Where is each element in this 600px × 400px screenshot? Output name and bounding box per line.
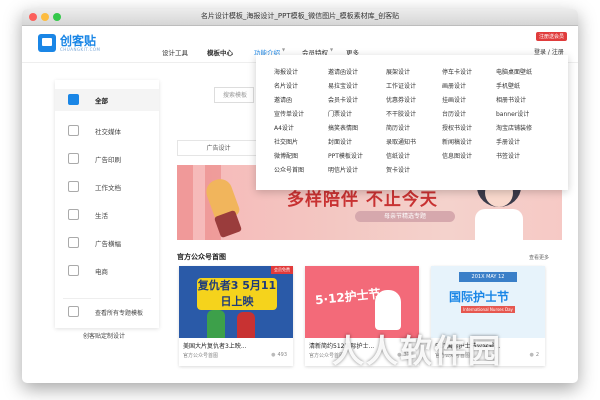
watermark: 人人软件园 bbox=[332, 332, 503, 370]
menu-item[interactable]: 挂画设计 bbox=[442, 95, 466, 104]
tab-ad-design[interactable]: 广告设计 bbox=[177, 140, 260, 156]
menu-item[interactable]: 停车卡设计 bbox=[442, 67, 472, 76]
card-title: 美国大片复仇者3上映... bbox=[183, 343, 247, 350]
all-topics-link[interactable]: 查看所有专题模板 bbox=[95, 308, 143, 317]
sidebar-item-label: 广告横幅 bbox=[95, 240, 121, 248]
sidebar-item-label: 工作文档 bbox=[95, 184, 121, 192]
menu-item[interactable]: 社交图片 bbox=[274, 137, 298, 146]
card-view-count: 2 bbox=[529, 352, 539, 358]
nurse-illustration bbox=[375, 290, 401, 330]
card-thumbnail: 会员免费 复仇者3 5月11日上映 bbox=[179, 266, 293, 338]
menu-item[interactable]: 优惠券设计 bbox=[386, 95, 416, 104]
nav-template-center[interactable]: 模板中心 bbox=[207, 47, 233, 57]
nav-design-tools[interactable]: 设计工具 bbox=[162, 47, 188, 57]
menu-item[interactable]: 搞笑表情图 bbox=[328, 123, 358, 132]
menu-item[interactable]: 会员卡设计 bbox=[328, 95, 358, 104]
menu-item[interactable]: 授权书设计 bbox=[442, 123, 472, 132]
title-bar: 名片设计模板_海报设计_PPT模板_微信图片_模板素材库_创客贴 bbox=[22, 9, 578, 26]
menu-item[interactable]: 邀请函设计 bbox=[328, 67, 358, 76]
chat-icon bbox=[68, 125, 79, 136]
menu-item[interactable]: 书签设计 bbox=[496, 151, 520, 160]
banner-decoration bbox=[177, 165, 193, 240]
menu-item[interactable]: 信息图设计 bbox=[442, 151, 472, 160]
menu-item[interactable]: 门票设计 bbox=[328, 109, 352, 118]
sidebar-item-ecommerce[interactable]: 电商 bbox=[55, 260, 159, 282]
shop-icon bbox=[68, 265, 79, 276]
menu-item[interactable]: 明信片设计 bbox=[328, 165, 358, 174]
card-tag: 会员免费 bbox=[271, 266, 293, 274]
card-tag: 201X MAY 12 bbox=[459, 272, 517, 282]
features-dropdown-menu: 海报设计 名片设计 邀请函 宣传单设计 A4设计 社交图片 微博配图 公众号首图… bbox=[256, 55, 568, 190]
hulk-illustration bbox=[207, 310, 225, 338]
chevron-down-icon: ▼ bbox=[282, 47, 286, 52]
card-art-title: 5·12护士节 bbox=[314, 286, 382, 308]
menu-item[interactable]: 信纸设计 bbox=[386, 151, 410, 160]
sidebar-item-life[interactable]: 生活 bbox=[55, 204, 159, 226]
sidebar-item-label: 社交媒体 bbox=[95, 128, 121, 136]
document-icon bbox=[68, 181, 79, 192]
chevron-down-icon: ▼ bbox=[330, 47, 334, 52]
sidebar-item-print[interactable]: 广告印刷 bbox=[55, 148, 159, 170]
print-icon bbox=[68, 153, 79, 164]
sidebar-item-banner[interactable]: 广告横幅 bbox=[55, 232, 159, 254]
divider bbox=[63, 298, 151, 299]
logo-icon bbox=[38, 34, 56, 52]
menu-item[interactable]: 电脑桌面壁纸 bbox=[496, 67, 532, 76]
logo[interactable]: 创客贴 CHUANGKIT.COM bbox=[38, 32, 102, 56]
sidebar-item-social[interactable]: 社交媒体 bbox=[55, 120, 159, 142]
custom-design-link[interactable]: 创客贴定制设计 bbox=[83, 331, 125, 340]
sidebar-item-all[interactable]: 全部 bbox=[55, 89, 159, 111]
menu-item[interactable]: 淘宝店铺装修 bbox=[496, 123, 532, 132]
sidebar-item-label: 电商 bbox=[95, 268, 108, 276]
spiderman-illustration bbox=[237, 312, 255, 338]
menu-item[interactable]: 台历设计 bbox=[442, 109, 466, 118]
menu-item[interactable]: 新闻稿设计 bbox=[442, 137, 472, 146]
sidebar-item-label: 全部 bbox=[95, 97, 108, 105]
menu-item[interactable]: 易拉宝设计 bbox=[328, 81, 358, 90]
card-art-sub: International Nurses Day bbox=[461, 306, 515, 313]
menu-item[interactable]: 画册设计 bbox=[442, 81, 466, 90]
menu-item[interactable]: 贺卡设计 bbox=[386, 165, 410, 174]
banner-icon bbox=[68, 237, 79, 248]
menu-item[interactable]: 不干胶设计 bbox=[386, 109, 416, 118]
menu-item[interactable]: A4设计 bbox=[274, 123, 294, 132]
card-view-count: 493 bbox=[271, 352, 287, 358]
menu-item[interactable]: banner设计 bbox=[496, 109, 529, 118]
menu-item[interactable]: 工作证设计 bbox=[386, 81, 416, 90]
menu-item[interactable]: 手机壁纸 bbox=[496, 81, 520, 90]
section-more-link[interactable]: 查看更多 bbox=[529, 254, 549, 261]
card-art-title: 复仇者3 5月11日上映 bbox=[197, 278, 277, 310]
folder-icon bbox=[68, 306, 79, 317]
home-icon bbox=[68, 94, 79, 105]
menu-item[interactable]: 录取通知书 bbox=[386, 137, 416, 146]
banner-subline: 母亲节精选专题 bbox=[355, 211, 455, 222]
sidebar-item-label: 广告印刷 bbox=[95, 156, 121, 164]
menu-item[interactable]: 海报设计 bbox=[274, 67, 298, 76]
logo-sub: CHUANGKIT.COM bbox=[60, 47, 101, 52]
menu-item[interactable]: PPT模板设计 bbox=[328, 151, 363, 160]
menu-item[interactable]: 公众号首图 bbox=[274, 165, 304, 174]
menu-item[interactable]: 封面设计 bbox=[328, 137, 352, 146]
menu-item[interactable]: 宣传单设计 bbox=[274, 109, 304, 118]
menu-item[interactable]: 简历设计 bbox=[386, 123, 410, 132]
menu-item[interactable]: 微博配图 bbox=[274, 151, 298, 160]
girl-dress bbox=[475, 209, 523, 240]
menu-item[interactable]: 名片设计 bbox=[274, 81, 298, 90]
menu-item[interactable]: 展架设计 bbox=[386, 67, 410, 76]
category-sidebar: 全部 社交媒体 广告印刷 工作文档 生活 广告横幅 电商 查看所有专题模板 创客… bbox=[55, 80, 159, 340]
section-title: 官方公众号首图 bbox=[177, 253, 226, 261]
menu-item[interactable]: 邀请函 bbox=[274, 95, 292, 104]
search-input[interactable]: 搜索模板 bbox=[214, 87, 254, 103]
sidebar-item-docs[interactable]: 工作文档 bbox=[55, 176, 159, 198]
window-title: 名片设计模板_海报设计_PPT模板_微信图片_模板素材库_创客贴 bbox=[200, 12, 400, 20]
cup-icon bbox=[68, 209, 79, 220]
menu-item[interactable]: 相册书设计 bbox=[496, 95, 526, 104]
template-card[interactable]: 会员免费 复仇者3 5月11日上映 美国大片复仇者3上映... 官方公众号首图 … bbox=[179, 266, 293, 366]
promo-badge[interactable]: 注册送会员 bbox=[536, 32, 568, 41]
card-category: 官方公众号首图 bbox=[183, 353, 219, 359]
card-art-title: 国际护士节 bbox=[449, 290, 510, 304]
menu-item[interactable]: 手册设计 bbox=[496, 137, 520, 146]
sidebar-item-label: 生活 bbox=[95, 212, 108, 220]
